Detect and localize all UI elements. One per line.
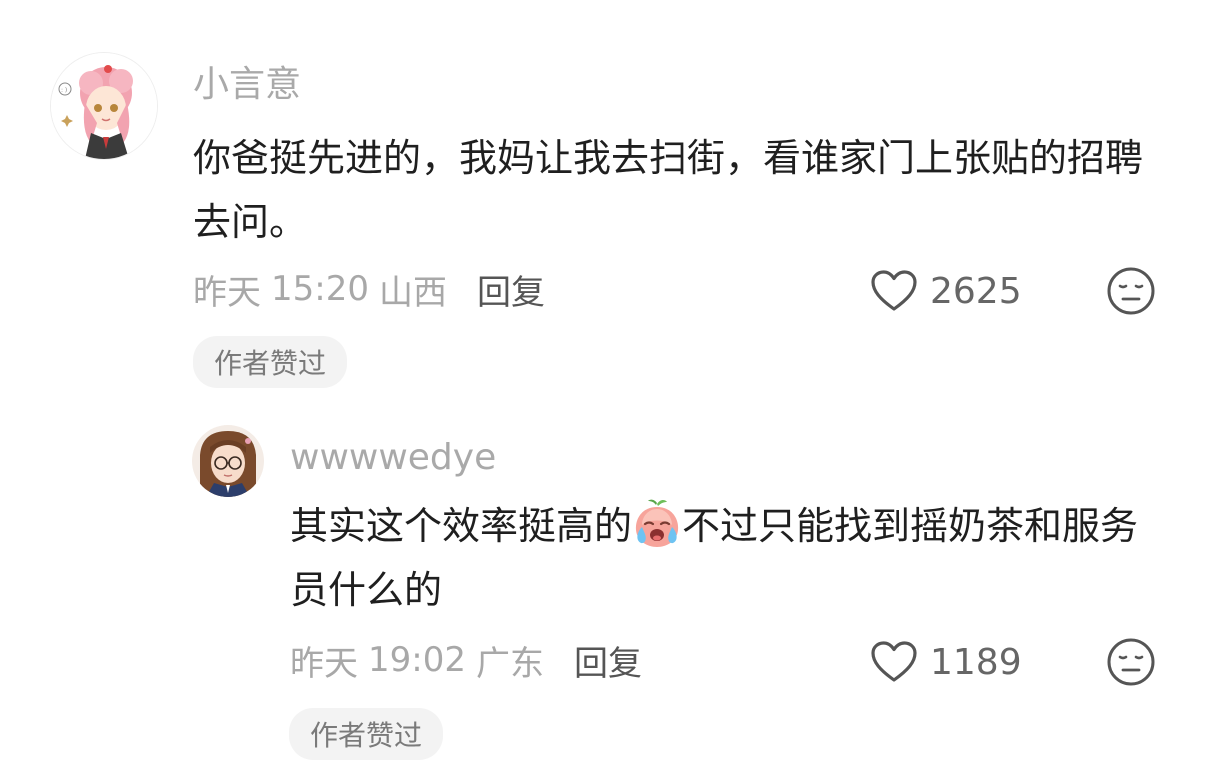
author-liked-badge: 作者赞过 xyxy=(289,708,443,760)
like-button[interactable]: 2625 xyxy=(870,266,1022,316)
comment-item: : ) 小言意 你爸挺先进的，我妈让我去扫街，看谁家门上张贴的招聘去问。 昨天 … xyxy=(0,0,1206,400)
author-liked-badge: 作者赞过 xyxy=(193,336,347,388)
comment-time: 15:20 xyxy=(271,269,369,309)
comment-meta: 昨天 19:02 广东 回复 xyxy=(290,636,642,685)
comment-text: 你爸挺先进的，我妈让我去扫街，看谁家门上张贴的招聘去问。 xyxy=(193,136,1144,244)
comment-text: 其实这个效率挺高的 不过只能找到摇奶茶和服务员什么的 xyxy=(290,494,1160,622)
reply-comment-item: wwwwedye 其实这个效率挺高的 不过只能找到摇奶茶和服务员什么的 昨天 1… xyxy=(0,400,1206,774)
like-count: 1189 xyxy=(930,641,1022,683)
user-avatar[interactable] xyxy=(192,425,264,497)
like-count: 2625 xyxy=(930,270,1022,312)
reply-button[interactable]: 回复 xyxy=(574,636,642,685)
comment-location: 山西 xyxy=(378,272,447,313)
dislike-button[interactable] xyxy=(1106,266,1156,316)
crying-peach-emoji-icon xyxy=(635,499,679,547)
user-avatar[interactable]: : ) xyxy=(50,52,158,160)
comment-location: 广东 xyxy=(475,643,544,684)
anime-girl-glasses-avatar-icon xyxy=(192,425,264,497)
heart-outline-icon xyxy=(871,270,917,311)
comment-meta: 昨天 15:20 山西 回复 xyxy=(193,265,545,314)
heart-outline-icon xyxy=(871,641,917,682)
like-button[interactable]: 1189 xyxy=(870,637,1022,687)
svg-text:: ): : ) xyxy=(61,87,67,94)
comment-date: 昨天 xyxy=(290,643,358,684)
dislike-button[interactable] xyxy=(1106,637,1156,687)
anime-girl-pink-hair-avatar-icon: : ) xyxy=(51,53,157,159)
reply-button[interactable]: 回复 xyxy=(477,265,545,314)
comment-username[interactable]: 小言意 xyxy=(193,62,301,108)
comment-time: 19:02 xyxy=(368,640,466,680)
comment-text-part1: 其实这个效率挺高的 xyxy=(290,504,633,548)
meh-face-icon xyxy=(1107,267,1155,315)
comment-date: 昨天 xyxy=(193,272,261,313)
comment-username[interactable]: wwwwedye xyxy=(290,435,496,481)
meh-face-icon xyxy=(1107,638,1155,686)
